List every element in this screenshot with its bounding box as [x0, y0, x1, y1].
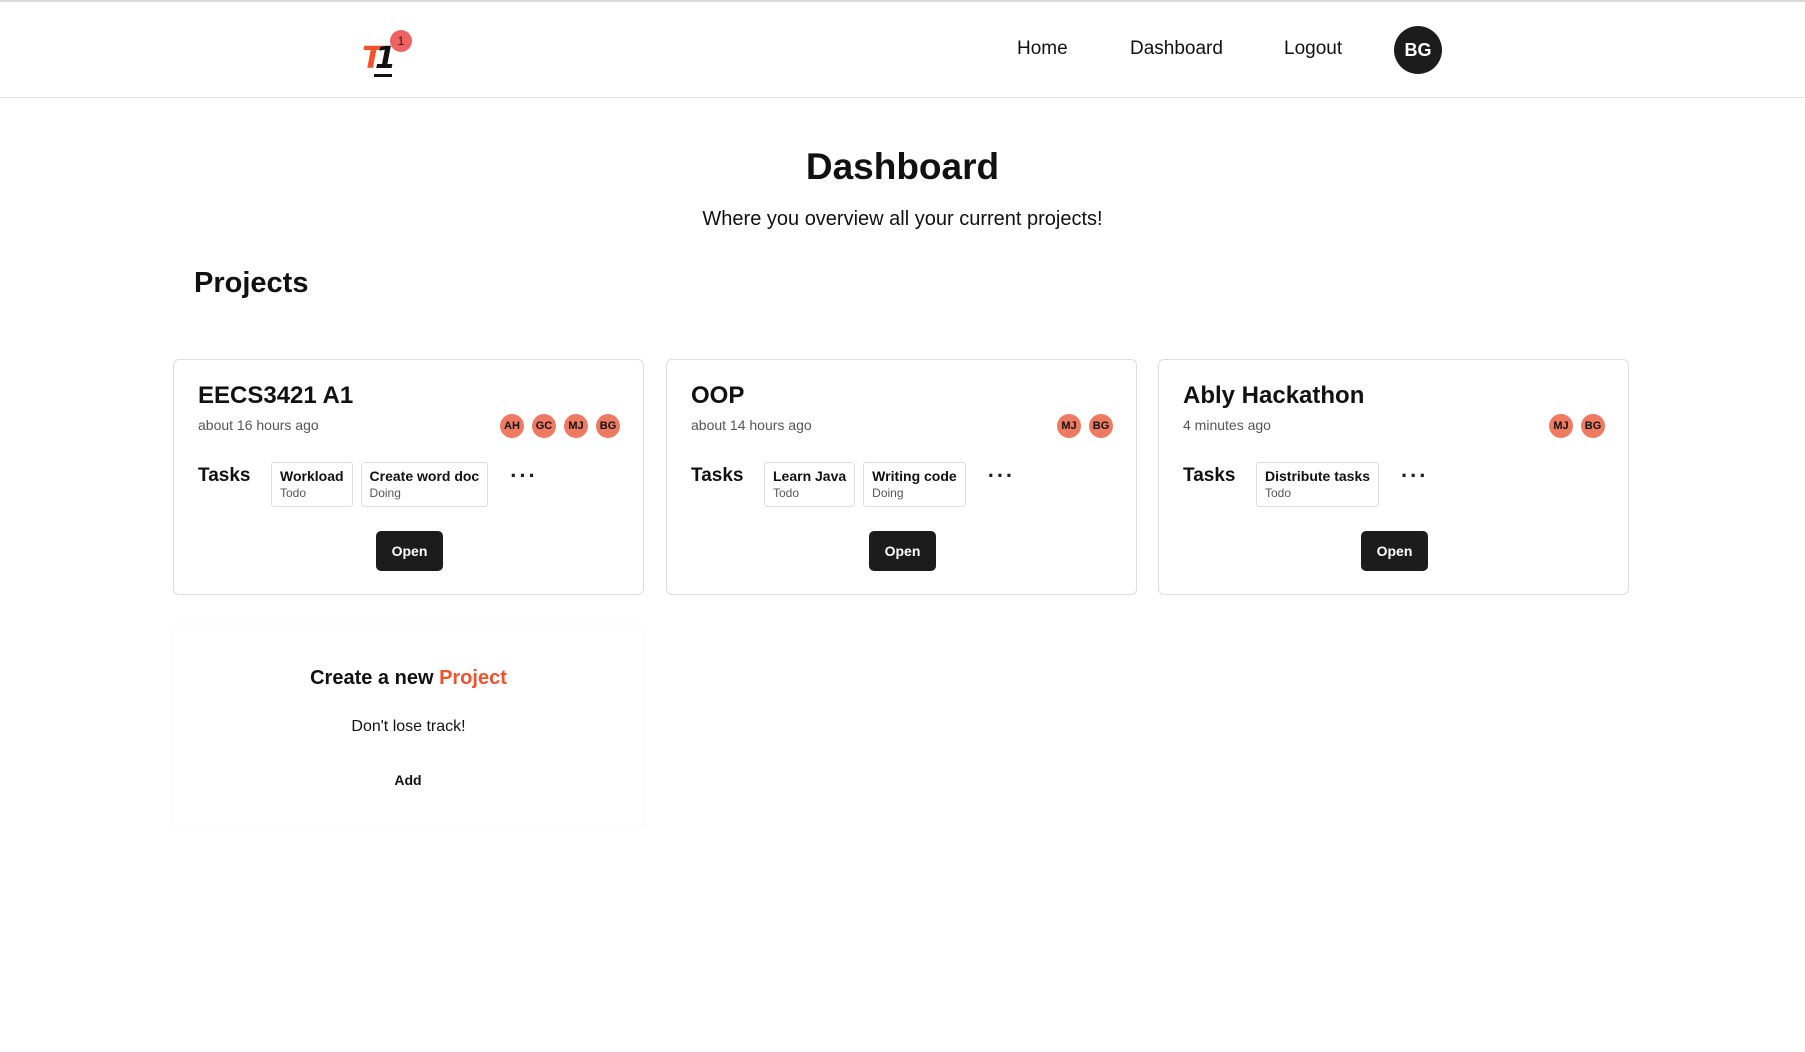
project-name: OOP: [691, 382, 745, 409]
project-name: EECS3421 A1: [198, 382, 354, 409]
open-project-button[interactable]: Open: [869, 531, 936, 571]
task-status: Todo: [1265, 486, 1292, 500]
task-status: Doing: [872, 486, 904, 500]
task-chip[interactable]: Learn Java Todo: [764, 462, 856, 507]
task-list: Workload Todo Create word doc Doing ...: [271, 459, 538, 507]
project-card: Ably Hackathon 4 minutes ago MJ BG Tasks…: [1158, 359, 1629, 595]
page: T 1 1 Home Dashboard Logout BG Dashboard…: [0, 0, 1805, 1052]
project-members: MJ BG: [1057, 414, 1113, 438]
task-status: Doing: [369, 486, 401, 500]
tasks-label: Tasks: [691, 465, 744, 486]
project-updated-time: 4 minutes ago: [1183, 417, 1271, 433]
projects-section-title: Projects: [194, 267, 309, 299]
member-avatar[interactable]: GC: [532, 414, 556, 438]
more-tasks-icon[interactable]: ...: [988, 459, 1015, 481]
create-title-prefix: Create a new: [310, 667, 440, 689]
create-title-accent: Project: [439, 667, 507, 689]
navbar: T 1 1 Home Dashboard Logout BG: [0, 2, 1805, 98]
more-tasks-icon[interactable]: ...: [1401, 459, 1428, 481]
task-chip[interactable]: Create word doc Doing: [360, 462, 489, 507]
project-card: EECS3421 A1 about 16 hours ago AH GC MJ …: [173, 359, 644, 595]
task-list: Distribute tasks Todo ...: [1256, 459, 1428, 507]
task-name: Create word doc: [369, 468, 480, 484]
nav-link-logout[interactable]: Logout: [1284, 38, 1342, 60]
notification-badge[interactable]: 1: [390, 30, 412, 52]
member-avatar[interactable]: BG: [1089, 414, 1113, 438]
nav-link-home[interactable]: Home: [1017, 38, 1068, 60]
project-members: MJ BG: [1549, 414, 1605, 438]
task-status: Todo: [773, 486, 800, 500]
tasks-label: Tasks: [198, 465, 251, 486]
page-title: Dashboard: [805, 146, 1000, 187]
user-avatar[interactable]: BG: [1394, 26, 1442, 74]
create-project-card: Create a new Project Don't lose track! A…: [173, 625, 644, 828]
task-name: Learn Java: [773, 468, 847, 484]
task-name: Distribute tasks: [1265, 468, 1371, 484]
task-name: Writing code: [872, 468, 957, 484]
create-project-subtitle: Don't lose track!: [351, 718, 466, 735]
project-updated-time: about 16 hours ago: [198, 417, 319, 433]
task-chip[interactable]: Workload Todo: [271, 462, 353, 507]
page-subtitle: Where you overview all your current proj…: [702, 208, 1103, 230]
nav-link-dashboard[interactable]: Dashboard: [1130, 38, 1223, 60]
task-list: Learn Java Todo Writing code Doing ...: [764, 459, 1015, 507]
member-avatar[interactable]: BG: [1581, 414, 1605, 438]
project-updated-time: about 14 hours ago: [691, 417, 812, 433]
task-chip[interactable]: Writing code Doing: [863, 462, 966, 507]
member-avatar[interactable]: BG: [596, 414, 620, 438]
member-avatar[interactable]: MJ: [564, 414, 588, 438]
task-status: Todo: [280, 486, 307, 500]
member-avatar[interactable]: MJ: [1549, 414, 1573, 438]
open-project-button[interactable]: Open: [1361, 531, 1428, 571]
project-card: OOP about 14 hours ago MJ BG Tasks Learn…: [666, 359, 1137, 595]
project-members: AH GC MJ BG: [500, 414, 620, 438]
open-project-button[interactable]: Open: [376, 531, 443, 571]
tasks-label: Tasks: [1183, 465, 1236, 486]
member-avatar[interactable]: MJ: [1057, 414, 1081, 438]
project-name: Ably Hackathon: [1183, 382, 1365, 409]
member-avatar[interactable]: AH: [500, 414, 524, 438]
add-project-button[interactable]: Add: [378, 765, 438, 795]
task-chip[interactable]: Distribute tasks Todo: [1256, 462, 1380, 507]
create-project-title: Create a new Project: [173, 667, 644, 690]
logo-underline: [374, 74, 392, 77]
more-tasks-icon[interactable]: ...: [510, 459, 537, 481]
task-name: Workload: [280, 468, 344, 484]
